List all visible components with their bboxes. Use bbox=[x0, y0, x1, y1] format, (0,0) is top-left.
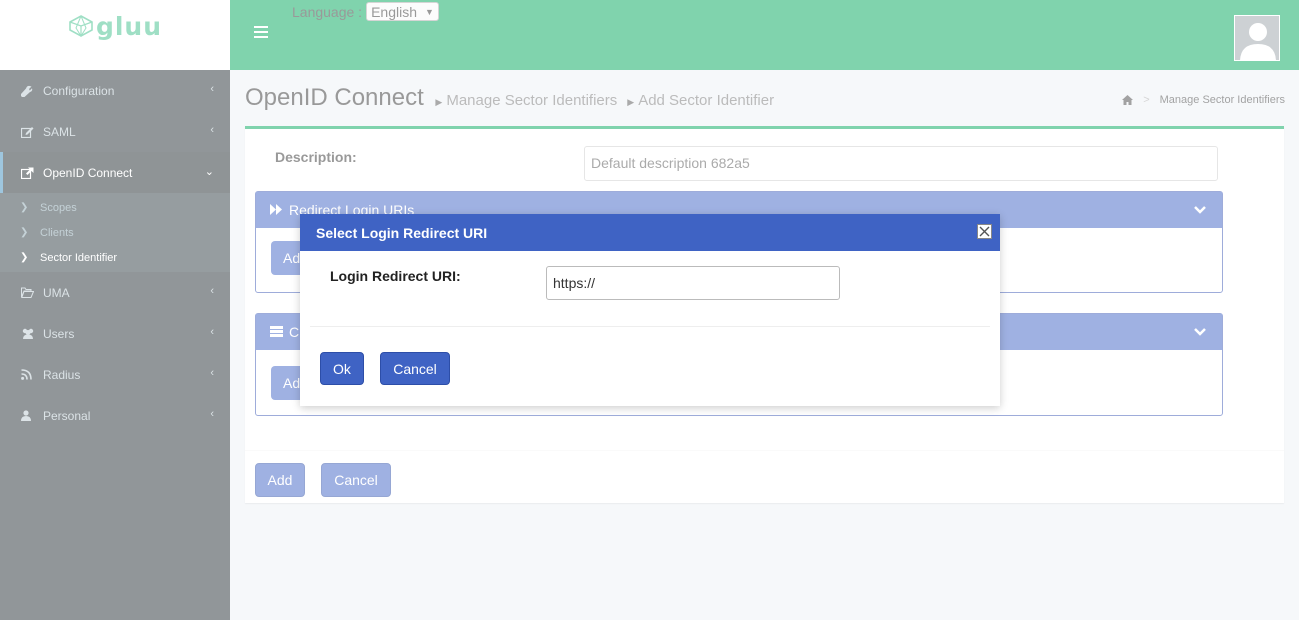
login-redirect-uri-label: Login Redirect URI: bbox=[330, 268, 461, 284]
login-redirect-uri-input[interactable]: https:// bbox=[546, 266, 840, 300]
dialog-title: Select Login Redirect URI bbox=[316, 224, 488, 241]
dialog-header: Select Login Redirect URI bbox=[300, 214, 1000, 251]
dialog-cancel-button[interactable]: Cancel bbox=[380, 352, 450, 385]
dialog-divider bbox=[310, 326, 990, 327]
close-icon bbox=[979, 226, 990, 237]
ok-button[interactable]: Ok bbox=[320, 352, 364, 385]
select-login-redirect-uri-dialog: Select Login Redirect URI Login Redirect… bbox=[300, 214, 1000, 406]
close-button[interactable] bbox=[977, 224, 992, 239]
